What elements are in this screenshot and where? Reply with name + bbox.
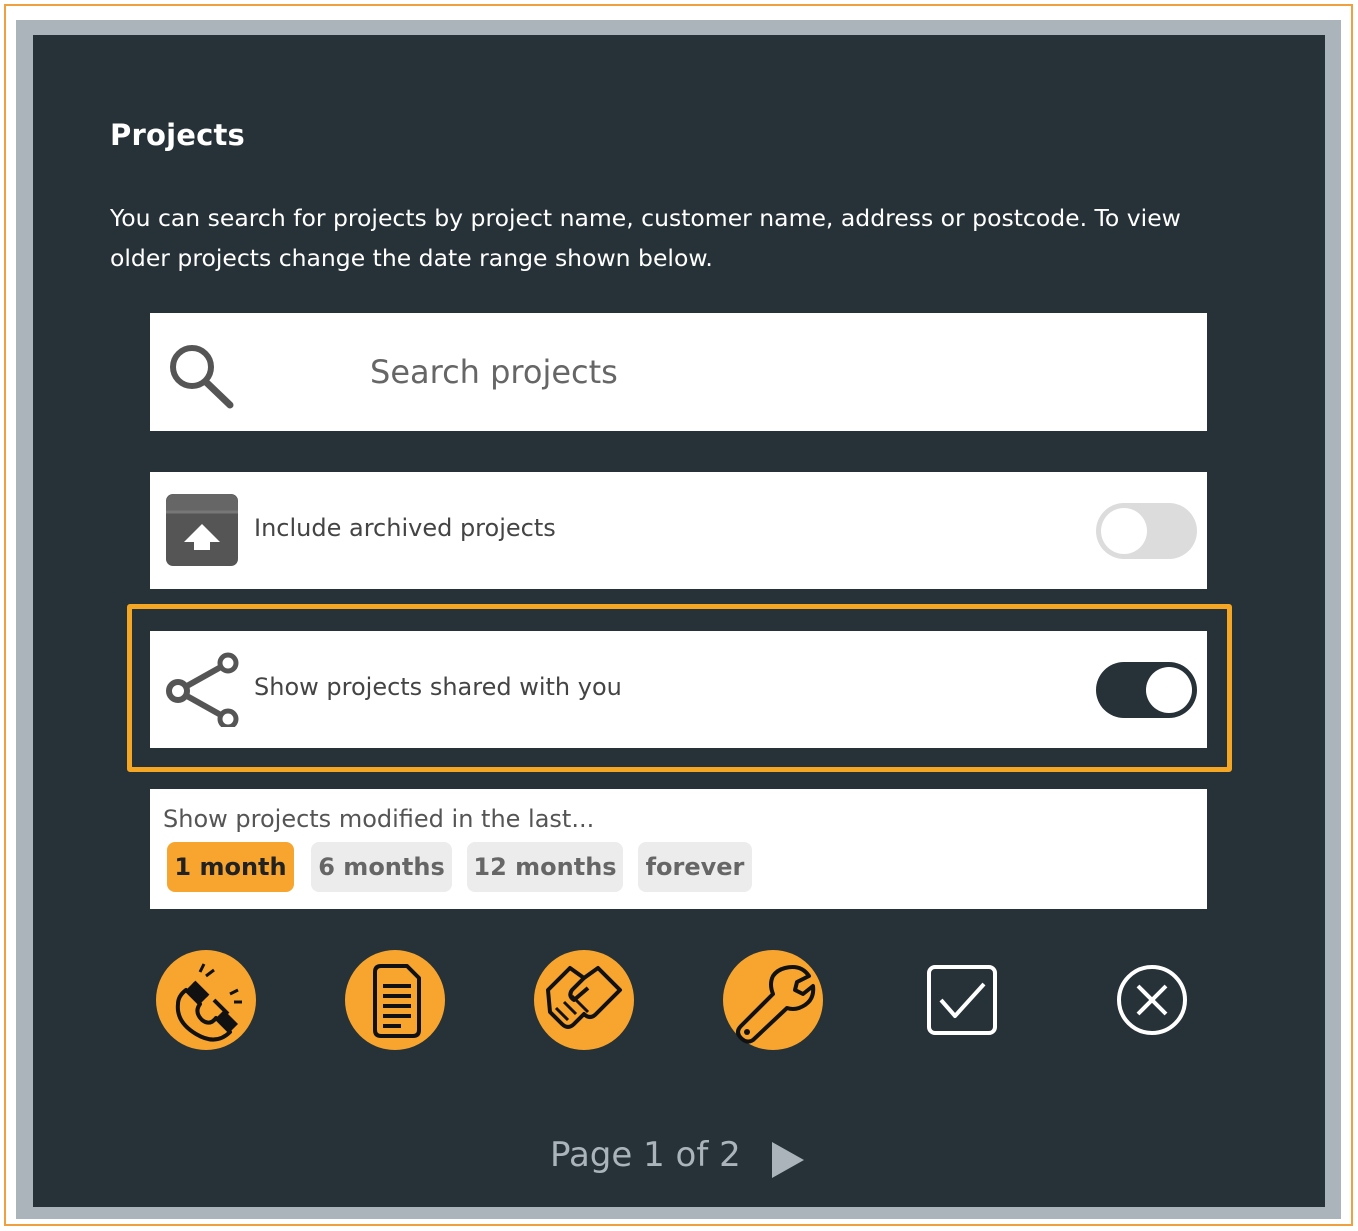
next-page-button[interactable] xyxy=(768,1140,808,1180)
document-button[interactable] xyxy=(345,950,445,1050)
range-option-6-months[interactable]: 6 months xyxy=(311,842,452,892)
handshake-icon xyxy=(546,966,622,1029)
wrench-icon xyxy=(736,965,816,1044)
panel-description: You can search for projects by project n… xyxy=(110,204,1181,272)
date-range-box: Show projects modified in the last... 1 … xyxy=(150,789,1207,909)
range-option-12-months[interactable]: 12 months xyxy=(467,842,623,892)
search-icon xyxy=(164,339,236,411)
confirm-button[interactable] xyxy=(924,962,1000,1038)
date-range-label: Show projects modified in the last... xyxy=(163,805,595,833)
toggle-knob xyxy=(1101,508,1147,554)
highlight-outline xyxy=(127,604,1232,772)
include-archived-row: Include archived projects xyxy=(150,472,1207,589)
pagination-text: Page 1 of 2 xyxy=(550,1135,741,1175)
range-option-1-month[interactable]: 1 month xyxy=(167,842,294,892)
search-box xyxy=(150,313,1207,431)
panel-title: Projects xyxy=(110,118,246,152)
include-archived-label: Include archived projects xyxy=(254,514,556,542)
magnet-button[interactable] xyxy=(156,950,256,1050)
include-archived-toggle[interactable] xyxy=(1096,503,1197,559)
close-circle-icon xyxy=(1117,965,1187,1035)
document-icon xyxy=(373,964,421,1038)
range-option-forever[interactable]: forever xyxy=(638,842,752,892)
magnet-icon xyxy=(175,963,242,1042)
close-button[interactable] xyxy=(1114,962,1190,1038)
checkbox-icon xyxy=(927,965,997,1035)
search-input[interactable] xyxy=(368,341,1172,403)
play-arrow-icon xyxy=(772,1142,804,1178)
wrench-button[interactable] xyxy=(723,950,823,1050)
handshake-button[interactable] xyxy=(534,950,634,1050)
archive-icon xyxy=(164,492,240,568)
